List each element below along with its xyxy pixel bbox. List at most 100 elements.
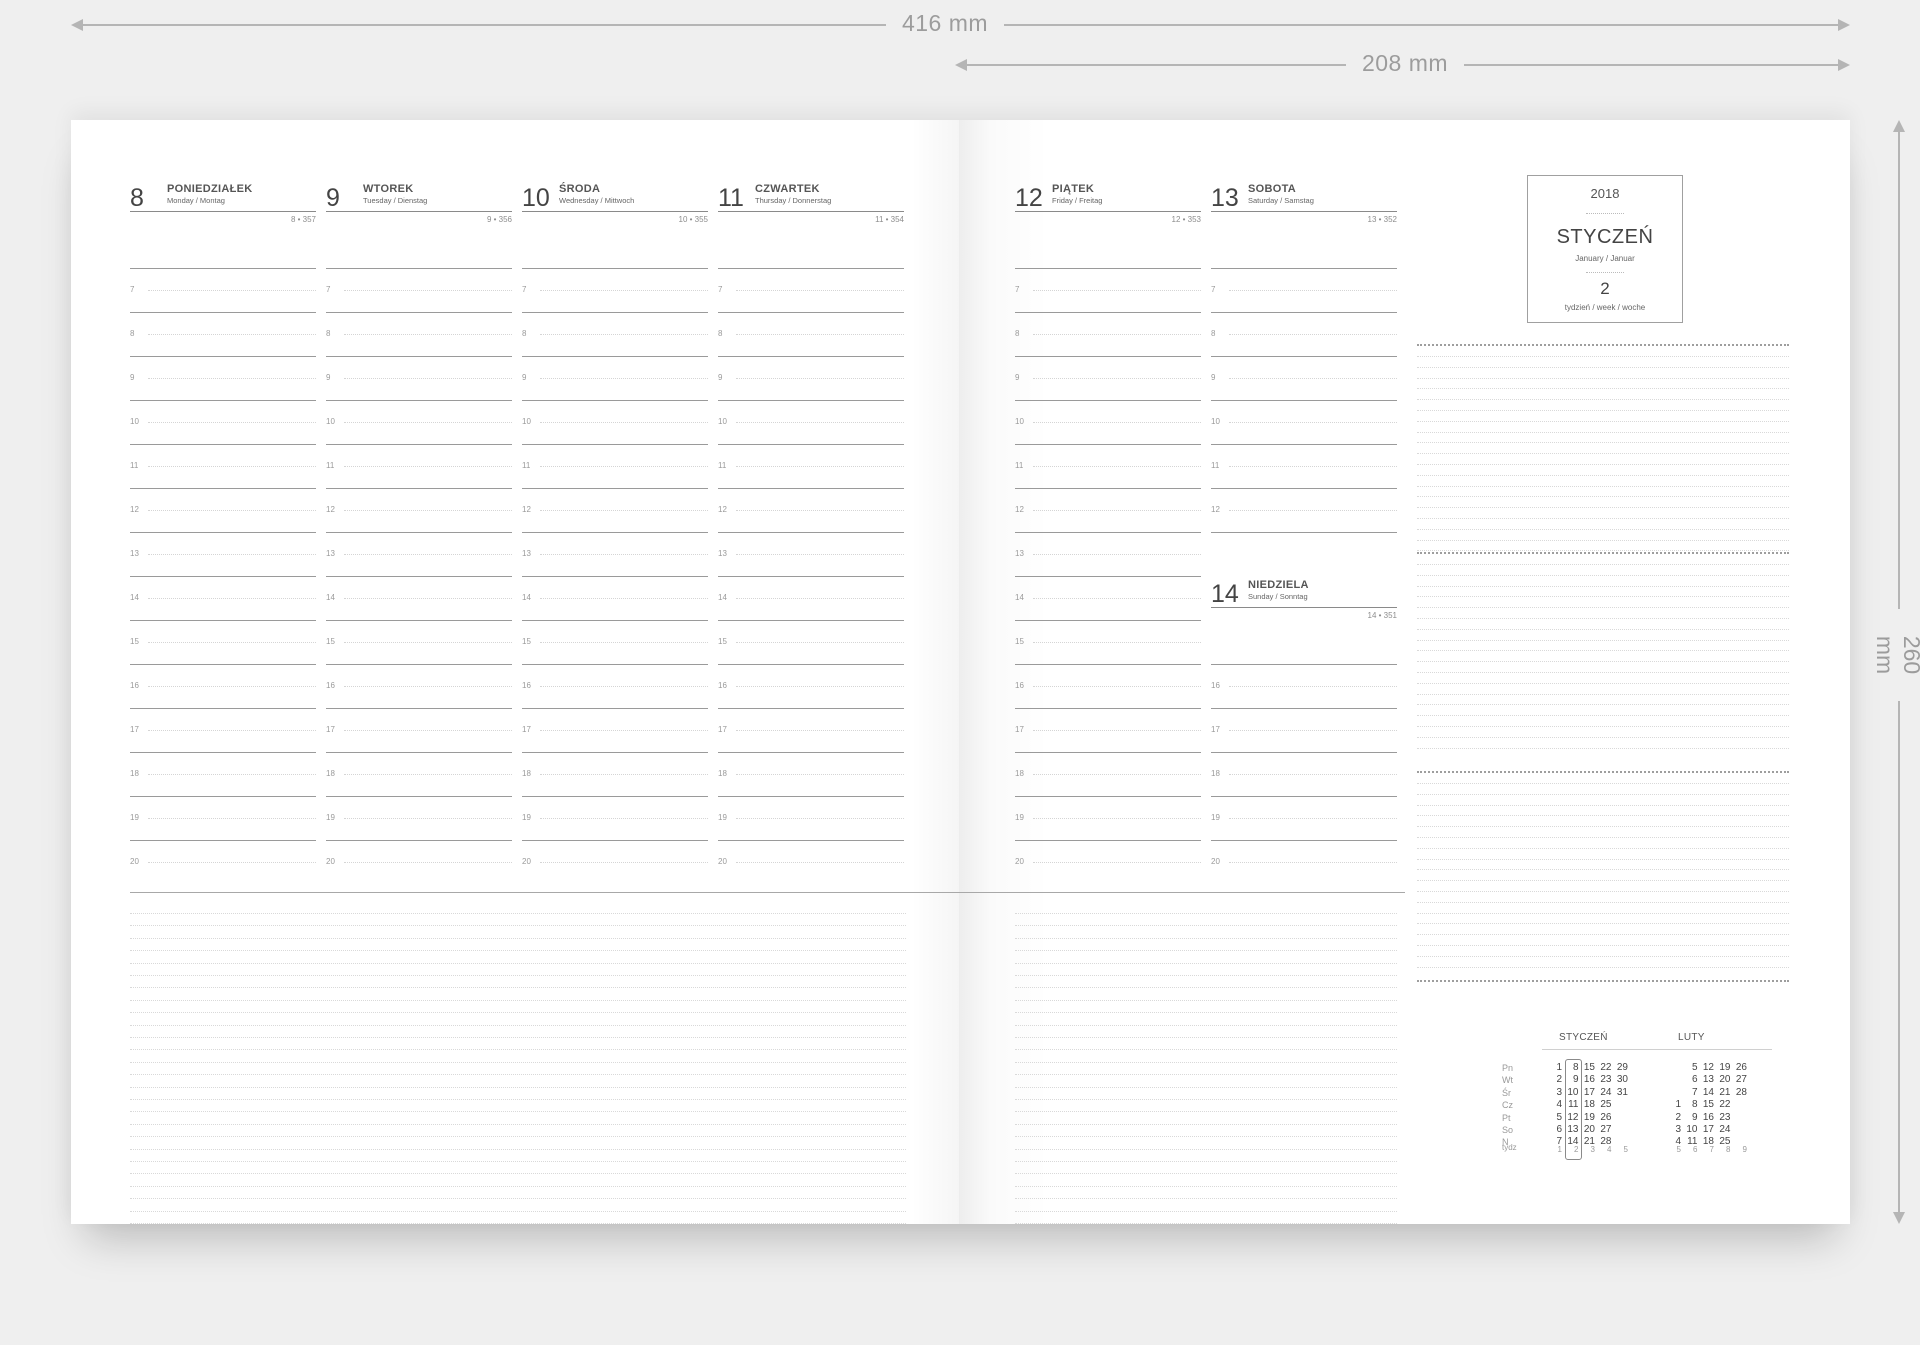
- hour-dotted-guide: [540, 818, 708, 819]
- day-counter: 12 • 353: [1171, 215, 1202, 224]
- writing-line: [1211, 356, 1397, 357]
- writing-line: [718, 708, 904, 709]
- side-note-dotted-line: [1417, 528, 1789, 530]
- side-note-dotted-line: [1417, 966, 1789, 968]
- hour-dotted-guide: [1033, 730, 1201, 731]
- hour-label: 15: [130, 637, 139, 646]
- hour-dotted-guide: [1033, 422, 1201, 423]
- writing-line: [1015, 752, 1201, 753]
- month-box-divider: [1586, 213, 1624, 214]
- hour-dotted-guide: [1033, 378, 1201, 379]
- hour-dotted-guide: [1229, 378, 1397, 379]
- side-note-dotted-line: [1417, 420, 1789, 422]
- hour-label: 13: [718, 549, 727, 558]
- writing-line: [1211, 268, 1397, 269]
- mini-calendar-day: 24: [1600, 1086, 1612, 1098]
- writing-line: [718, 796, 904, 797]
- writing-line: [326, 752, 512, 753]
- hour-label: 13: [326, 549, 335, 558]
- mini-calendar-day: 13: [1702, 1074, 1714, 1086]
- day-header: 10 ŚRODA Wednesday / Mittwoch: [522, 177, 708, 212]
- writing-line: [1015, 356, 1201, 357]
- writing-line: [718, 576, 904, 577]
- hour-row: 20: [326, 856, 512, 868]
- hour-row: 17: [718, 724, 904, 736]
- hour-row: 13: [522, 548, 708, 560]
- hour-row: 10: [326, 416, 512, 428]
- note-dotted-line: [130, 999, 906, 1001]
- side-note-dotted-line: [1417, 564, 1789, 565]
- hour-label: 14: [522, 593, 531, 602]
- side-note-dotted-line: [1417, 366, 1789, 368]
- writing-line: [1211, 400, 1397, 401]
- writing-line: [718, 444, 904, 445]
- side-note-dotted-line: [1417, 388, 1789, 390]
- day-name: PONIEDZIAŁEK: [167, 183, 253, 195]
- hour-label: 20: [522, 857, 531, 866]
- writing-line: [326, 400, 512, 401]
- hour-label: 16: [326, 681, 335, 690]
- hour-dotted-guide: [540, 730, 708, 731]
- hour-dotted-guide: [344, 774, 512, 775]
- note-dotted-line: [130, 1136, 906, 1138]
- note-dotted-line: [1015, 1111, 1397, 1113]
- hour-row: 16: [326, 680, 512, 692]
- mini-calendar-week-number: 5: [1676, 1145, 1681, 1154]
- hour-dotted-guide: [736, 642, 904, 643]
- month-box-divider: [1586, 272, 1624, 273]
- hour-row: 12: [130, 504, 316, 516]
- writing-line: [1211, 708, 1397, 709]
- hour-label: 9: [326, 373, 331, 382]
- note-dotted-line: [1015, 1037, 1397, 1038]
- hour-dotted-guide: [344, 642, 512, 643]
- side-note-dotted-line: [1417, 923, 1789, 925]
- hour-dotted-guide: [1033, 774, 1201, 775]
- hour-dotted-guide: [148, 290, 316, 291]
- note-dotted-line: [1015, 1198, 1397, 1200]
- hour-row: 9: [1211, 372, 1397, 384]
- page-width-dimension-label: 208 mm: [1346, 50, 1464, 77]
- hour-row: 17: [1211, 724, 1397, 736]
- hour-row: 20: [1015, 856, 1201, 868]
- writing-line: [718, 400, 904, 401]
- hour-label: 18: [1015, 769, 1024, 778]
- hour-label: 19: [326, 813, 335, 822]
- day-name: ŚRODA: [559, 183, 601, 195]
- writing-line: [326, 620, 512, 621]
- hour-dotted-guide: [148, 774, 316, 775]
- mini-calendar-weekday: Pn: [1502, 1063, 1514, 1073]
- writing-line: [130, 400, 316, 401]
- hour-label: 18: [718, 769, 727, 778]
- side-note-dotted-line: [1417, 736, 1789, 738]
- note-dotted-line: [130, 1099, 906, 1100]
- side-note-dotted-line: [1417, 826, 1789, 828]
- note-dotted-line: [1015, 1061, 1397, 1063]
- hour-row: 16: [718, 680, 904, 692]
- side-note-dotted-line: [1417, 607, 1789, 609]
- side-note-dotted-line: [1417, 661, 1789, 663]
- day-header: 9 WTOREK Tuesday / Dienstag: [326, 177, 512, 212]
- side-note-dotted-line: [1417, 815, 1789, 817]
- mini-calendar-day: 23: [1600, 1074, 1612, 1086]
- planner-spread: 8 PONIEDZIAŁEK Monday / Montag 8 • 357 7 8 9 10…: [71, 120, 1850, 1224]
- side-note-dotted-line: [1417, 804, 1789, 806]
- hour-dotted-guide: [1033, 686, 1201, 687]
- note-dotted-line: [1015, 962, 1397, 964]
- side-notes-rule: [1417, 344, 1789, 346]
- writing-line: [326, 312, 512, 313]
- mini-calendar-day: 7: [1691, 1086, 1698, 1098]
- hour-row: 14: [326, 592, 512, 604]
- hour-row: 18: [1015, 768, 1201, 780]
- note-dotted-line: [130, 1185, 906, 1187]
- writing-line: [522, 840, 708, 841]
- writing-line: [1015, 532, 1201, 533]
- day-number: 9: [326, 184, 340, 212]
- side-note-dotted-line: [1417, 901, 1789, 903]
- hour-dotted-guide: [736, 862, 904, 863]
- side-note-dotted-line: [1417, 574, 1789, 576]
- mini-calendar-day: 1: [1675, 1099, 1681, 1111]
- hour-label: 15: [1015, 637, 1024, 646]
- side-note-dotted-line: [1417, 934, 1789, 936]
- hour-row: 16: [1211, 680, 1397, 692]
- hour-row: 13: [718, 548, 904, 560]
